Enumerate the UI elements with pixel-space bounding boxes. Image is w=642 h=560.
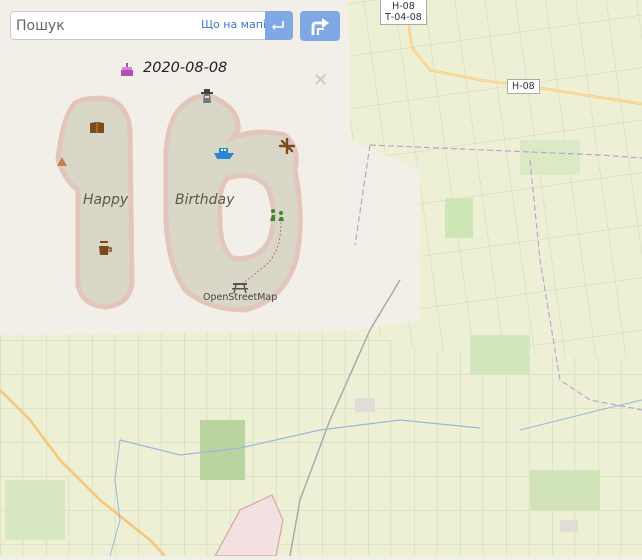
- search-input[interactable]: [16, 16, 196, 36]
- book-icon[interactable]: [89, 119, 105, 138]
- meadow-patch: [530, 470, 600, 510]
- meadow-patch: [520, 140, 580, 175]
- meadow-patch: [5, 480, 65, 540]
- island-label-birthday: Birthday: [175, 192, 235, 208]
- close-icon[interactable]: ✕: [313, 70, 328, 91]
- meadow-patch: [445, 198, 473, 238]
- directions-icon: [311, 18, 329, 35]
- road-ref: Н-08: [512, 81, 535, 92]
- settlement: [560, 520, 578, 532]
- cafe-icon[interactable]: [98, 241, 112, 260]
- triangle-icon[interactable]: [57, 151, 67, 170]
- road-ref: Т-04-08: [385, 12, 422, 23]
- island-label-happy: Happy: [83, 192, 129, 208]
- meadow-patch: [470, 335, 530, 375]
- settlement: [355, 398, 375, 412]
- sitting-people-icon[interactable]: [269, 207, 285, 226]
- search-go-icon: [272, 20, 284, 30]
- search-bar: Що на мапі?: [10, 11, 293, 40]
- picnic-table-icon[interactable]: [232, 278, 248, 297]
- lighthouse-icon[interactable]: [200, 89, 214, 109]
- where-is-this-link[interactable]: Що на мапі?: [201, 18, 272, 31]
- birthday-date: 2020-08-08: [143, 60, 228, 76]
- road-shield-right: Н-08: [507, 79, 540, 94]
- cake-icon[interactable]: [120, 62, 134, 76]
- windmill-icon[interactable]: [278, 137, 296, 158]
- search-go-button[interactable]: [265, 11, 293, 40]
- road-shield-top: Н-08 Т-04-08: [380, 0, 427, 25]
- road-ref: Н-08: [392, 1, 415, 12]
- directions-button[interactable]: [300, 11, 340, 41]
- ferry-icon[interactable]: [214, 144, 234, 163]
